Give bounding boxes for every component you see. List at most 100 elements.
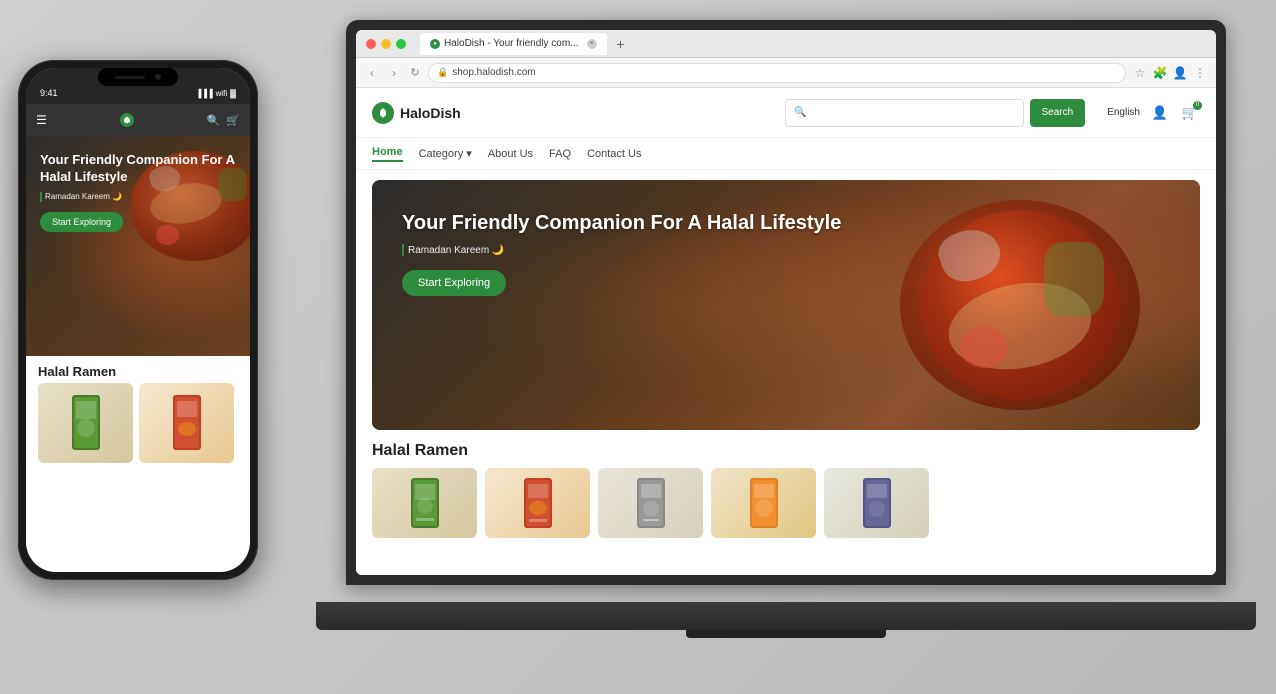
- site-header: HaloDish 🔍 Search English 👤: [356, 88, 1216, 138]
- product-image-2: [519, 476, 557, 531]
- nav-item-category[interactable]: Category ▾: [419, 147, 472, 160]
- phone-camera: [155, 74, 161, 80]
- phone: 9:41 ▐▐▐ wifi ▓ ☰ 🔍: [18, 60, 258, 580]
- product-row: [356, 468, 1216, 538]
- phone-speaker: [115, 76, 145, 79]
- hero-subtitle: Ramadan Kareem 🌙: [402, 244, 841, 256]
- new-tab-button[interactable]: +: [613, 36, 629, 52]
- language-selector[interactable]: English: [1107, 107, 1140, 118]
- tab-title: HaloDish - Your friendly com...: [444, 38, 579, 49]
- phone-action-icons: 🔍 🛒: [207, 114, 240, 127]
- nav-item-about[interactable]: About Us: [488, 148, 533, 160]
- section-title: Halal Ramen: [372, 442, 1200, 460]
- logo-icon: [372, 102, 394, 124]
- search-input-wrap[interactable]: 🔍: [785, 99, 1023, 127]
- scene: ● HaloDish - Your friendly com... × + ‹ …: [0, 0, 1276, 694]
- cart-icon[interactable]: 🛒 0: [1180, 103, 1200, 123]
- more-options-icon[interactable]: ⋮: [1192, 65, 1208, 81]
- close-window-button[interactable]: [366, 39, 376, 49]
- refresh-button[interactable]: ↻: [408, 66, 422, 80]
- phone-screen: 9:41 ▐▐▐ wifi ▓ ☰ 🔍: [26, 68, 250, 572]
- account-icon[interactable]: 👤: [1150, 103, 1170, 123]
- signal-icon: ▐▐▐: [196, 89, 213, 98]
- product-card-2[interactable]: [485, 468, 590, 538]
- browser: ● HaloDish - Your friendly com... × + ‹ …: [356, 30, 1216, 575]
- phone-hero: Your Friendly Companion For A Halal Life…: [26, 136, 250, 356]
- website-content: HaloDish 🔍 Search English 👤: [356, 88, 1216, 575]
- traffic-lights: [366, 39, 406, 49]
- toolbar-actions: ☆ 🧩 👤 ⋮: [1132, 65, 1208, 81]
- profile-icon[interactable]: 👤: [1172, 65, 1188, 81]
- secure-icon: 🔒: [437, 67, 448, 78]
- battery-icon: ▓: [230, 89, 236, 98]
- site-logo: HaloDish: [372, 102, 461, 124]
- product-card-3[interactable]: [598, 468, 703, 538]
- tab-close-button[interactable]: ×: [587, 39, 597, 49]
- phone-subtitle-bar: [40, 192, 42, 202]
- greens-detail: [1044, 242, 1104, 316]
- phone-hero-subtitle: Ramadan Kareem 🌙: [40, 192, 250, 202]
- extensions-icon[interactable]: 🧩: [1152, 65, 1168, 81]
- search-button[interactable]: Search: [1030, 99, 1086, 127]
- phone-product-image-1: [67, 393, 105, 453]
- hero-cta-button[interactable]: Start Exploring: [402, 270, 506, 296]
- nav-item-faq[interactable]: FAQ: [549, 148, 571, 160]
- subtitle-bar: [402, 244, 404, 256]
- site-header-right: English 👤 🛒 0: [1107, 103, 1200, 123]
- url-text: shop.halodish.com: [452, 67, 535, 78]
- phone-logo-icon: [120, 113, 134, 127]
- phone-product-image-2: [168, 393, 206, 453]
- phone-hero-title: Your Friendly Companion For A Halal Life…: [40, 152, 250, 186]
- phone-search-icon[interactable]: 🔍: [207, 114, 221, 127]
- product-image-4: [745, 476, 783, 531]
- search-icon: 🔍: [794, 107, 806, 118]
- hero-banner: Your Friendly Companion For A Halal Life…: [372, 180, 1200, 430]
- address-bar[interactable]: 🔒 shop.halodish.com: [428, 63, 1126, 83]
- product-card-5[interactable]: [824, 468, 929, 538]
- hero-title: Your Friendly Companion For A Halal Life…: [402, 210, 841, 236]
- site-nav: Home Category ▾ About Us FAQ Contact Us: [356, 138, 1216, 170]
- back-button[interactable]: ‹: [364, 65, 380, 81]
- hero-subtitle-text: Ramadan Kareem 🌙: [408, 245, 504, 256]
- phone-section-title: Halal Ramen: [26, 356, 250, 383]
- dynamic-island: [98, 68, 178, 86]
- wifi-icon: wifi: [216, 89, 228, 98]
- tab-favicon: ●: [430, 39, 440, 49]
- phone-product-card-1[interactable]: [38, 383, 133, 463]
- product-image-1: [406, 476, 444, 531]
- phone-topbar: ☰ 🔍 🛒: [26, 104, 250, 136]
- laptop-screen-outer: ● HaloDish - Your friendly com... × + ‹ …: [346, 20, 1226, 585]
- nav-item-contact[interactable]: Contact Us: [587, 148, 641, 160]
- forward-button[interactable]: ›: [386, 65, 402, 81]
- tomato-detail: [960, 326, 1008, 368]
- phone-hero-content: Your Friendly Companion For A Halal Life…: [40, 152, 250, 232]
- browser-tab[interactable]: ● HaloDish - Your friendly com... ×: [420, 33, 607, 55]
- site-search: 🔍 Search: [785, 99, 1085, 127]
- phone-cta-button[interactable]: Start Exploring: [40, 212, 123, 232]
- product-card-4[interactable]: [711, 468, 816, 538]
- maximize-window-button[interactable]: [396, 39, 406, 49]
- hero-bowl-image: [900, 200, 1140, 410]
- cart-badge: 0: [1193, 101, 1202, 110]
- phone-logo-area: [120, 113, 134, 127]
- phone-product-card-2[interactable]: [139, 383, 234, 463]
- hero-content: Your Friendly Companion For A Halal Life…: [402, 210, 841, 296]
- logo-text: HaloDish: [400, 105, 461, 121]
- minimize-window-button[interactable]: [381, 39, 391, 49]
- laptop-base: [316, 602, 1256, 630]
- browser-titlebar: ● HaloDish - Your friendly com... × +: [356, 30, 1216, 58]
- nav-item-home[interactable]: Home: [372, 146, 403, 162]
- product-image-5: [858, 476, 896, 531]
- laptop: ● HaloDish - Your friendly com... × + ‹ …: [346, 20, 1246, 670]
- bookmark-icon[interactable]: ☆: [1132, 65, 1148, 81]
- phone-status-icons: ▐▐▐ wifi ▓: [196, 89, 236, 98]
- phone-subtitle-text: Ramadan Kareem 🌙: [45, 192, 122, 201]
- phone-product-row: [26, 383, 250, 463]
- laptop-bezel: ● HaloDish - Your friendly com... × + ‹ …: [356, 30, 1216, 575]
- product-image-3: [632, 476, 670, 531]
- phone-time: 9:41: [40, 88, 58, 98]
- product-card-1[interactable]: [372, 468, 477, 538]
- browser-toolbar: ‹ › ↻ 🔒 shop.halodish.com ☆ 🧩 👤 ⋮: [356, 58, 1216, 88]
- phone-menu-icon[interactable]: ☰: [36, 113, 47, 127]
- phone-cart-icon[interactable]: 🛒: [226, 114, 240, 127]
